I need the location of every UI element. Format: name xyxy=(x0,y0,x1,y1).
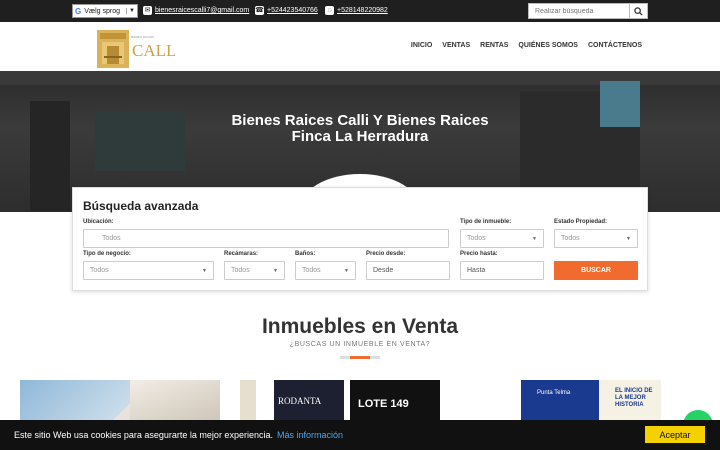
site-header: BIENES RAICES CALLI INICIO VENTAS RENTAS… xyxy=(0,22,720,71)
ubicacion-label: Ubicación: xyxy=(83,219,114,225)
brand-tagline: BIENES RAICES xyxy=(131,35,154,39)
nav-rentas[interactable]: RENTAS xyxy=(480,42,508,49)
property-image xyxy=(130,380,220,420)
ubicacion-input[interactable]: Todos xyxy=(83,229,449,248)
advanced-search-panel: Búsqueda avanzada Ubicación: Todos Tipo … xyxy=(72,187,648,291)
chevron-down-icon: ▼ xyxy=(626,236,631,242)
phone-link-1[interactable]: ☎ +524423540766 xyxy=(255,6,318,15)
nav-contactenos[interactable]: CONTÁCTENOS xyxy=(588,42,642,49)
nav-inicio[interactable]: INICIO xyxy=(411,42,432,49)
precio-desde-input[interactable]: Desde xyxy=(366,261,450,280)
search-input[interactable] xyxy=(529,4,629,18)
phone-text-1: +524423540766 xyxy=(267,7,318,14)
punta-telma-brand: Punta Telma xyxy=(537,390,571,396)
panel-title: Búsqueda avanzada xyxy=(83,199,199,213)
search-button[interactable] xyxy=(629,4,647,18)
nav-ventas[interactable]: VENTAS xyxy=(442,42,470,49)
punta-telma-slogan: EL INICIO DE LA MEJOR HISTORIA xyxy=(599,380,661,420)
precio-hasta-label: Precio hasta: xyxy=(460,251,498,257)
section-divider xyxy=(340,356,380,359)
ubicacion-placeholder: Todos xyxy=(102,235,121,242)
tipo-negocio-select[interactable]: Todos ▼ xyxy=(83,261,214,280)
search-icon xyxy=(634,6,643,16)
section-title: Inmuebles en Venta xyxy=(261,315,459,338)
tipo-inmueble-value: Todos xyxy=(467,235,486,242)
estado-label: Estado Propiedad: xyxy=(554,219,608,225)
chevron-down-icon: ▼ xyxy=(202,268,207,274)
section-subtitle: ¿BUSCAS UN INMUEBLE EN VENTA? xyxy=(289,341,431,348)
language-selector[interactable]: G Vælg sprog ▼ xyxy=(72,4,138,18)
envelope-icon: ✉ xyxy=(143,6,152,15)
chevron-down-icon: ▼ xyxy=(344,268,349,274)
estado-value: Todos xyxy=(561,235,580,242)
hero-decor xyxy=(600,81,640,127)
recamaras-value: Todos xyxy=(231,267,250,274)
more-info-link[interactable]: Más información xyxy=(277,430,343,440)
hero-title: Bienes Raices Calli Y Bienes Raices Finc… xyxy=(231,112,489,145)
tipo-inmueble-select[interactable]: Todos ▼ xyxy=(460,229,544,248)
property-image xyxy=(240,380,256,420)
phone-text-2: +528148220982 xyxy=(337,7,388,14)
rodanta-brand: RODANTA xyxy=(274,380,344,420)
banos-label: Baños: xyxy=(295,251,316,257)
nav-quienes-somos[interactable]: QUIÉNES SOMOS xyxy=(518,42,578,49)
phone-icon: ☎ xyxy=(255,6,264,15)
cookie-banner: Este sitio Web usa cookies para asegurar… xyxy=(0,420,720,450)
email-link[interactable]: ✉ bienesraicescalli7@gmail.com xyxy=(143,6,249,15)
logo[interactable]: BIENES RAICES CALLI xyxy=(95,26,182,70)
property-card[interactable]: Punta Telma EL INICIO DE LA MEJOR HISTOR… xyxy=(521,380,661,420)
precio-hasta-input[interactable]: Hasta xyxy=(460,261,544,280)
precio-desde-label: Precio desde: xyxy=(366,251,406,257)
top-bar: G Vælg sprog ▼ ✉ bienesraicescalli7@gmai… xyxy=(0,0,720,22)
phone-link-2[interactable]: ◌ +528148220982 xyxy=(325,6,388,15)
brand-name: CALLI xyxy=(132,41,175,60)
whatsapp-icon: ◌ xyxy=(325,6,334,15)
site-search xyxy=(528,3,648,19)
lot-badge: LOTE 149 xyxy=(350,380,440,420)
buscar-button[interactable]: BUSCAR xyxy=(554,261,638,280)
chevron-down-icon: ▼ xyxy=(126,8,135,14)
tipo-inmueble-label: Tipo de inmueble: xyxy=(460,219,512,225)
precio-desde-placeholder: Desde xyxy=(373,267,394,274)
chevron-down-icon: ▼ xyxy=(273,268,278,274)
estado-select[interactable]: Todos ▼ xyxy=(554,229,638,248)
banos-value: Todos xyxy=(302,267,321,274)
google-icon: G xyxy=(75,6,82,16)
hero-decor xyxy=(95,111,185,171)
property-card[interactable]: RODANTA LOTE 149 xyxy=(240,380,440,420)
recamaras-label: Recámaras: xyxy=(224,251,259,257)
recamaras-select[interactable]: Todos ▼ xyxy=(224,261,285,280)
hero-decor xyxy=(30,101,70,211)
language-label: Vælg sprog xyxy=(84,7,121,15)
property-card[interactable] xyxy=(20,380,220,420)
banos-select[interactable]: Todos ▼ xyxy=(295,261,356,280)
email-text: bienesraicescalli7@gmail.com xyxy=(155,7,250,14)
main-nav: INICIO VENTAS RENTAS QUIÉNES SOMOS CONTÁ… xyxy=(411,42,642,49)
accept-cookies-button[interactable]: Aceptar xyxy=(645,426,705,443)
chevron-down-icon: ▼ xyxy=(532,236,537,242)
tipo-negocio-value: Todos xyxy=(90,267,109,274)
tipo-negocio-label: Tipo de negocio: xyxy=(83,251,131,257)
precio-hasta-placeholder: Hasta xyxy=(467,267,486,274)
cookie-text: Este sitio Web usa cookies para asegurar… xyxy=(14,430,273,440)
